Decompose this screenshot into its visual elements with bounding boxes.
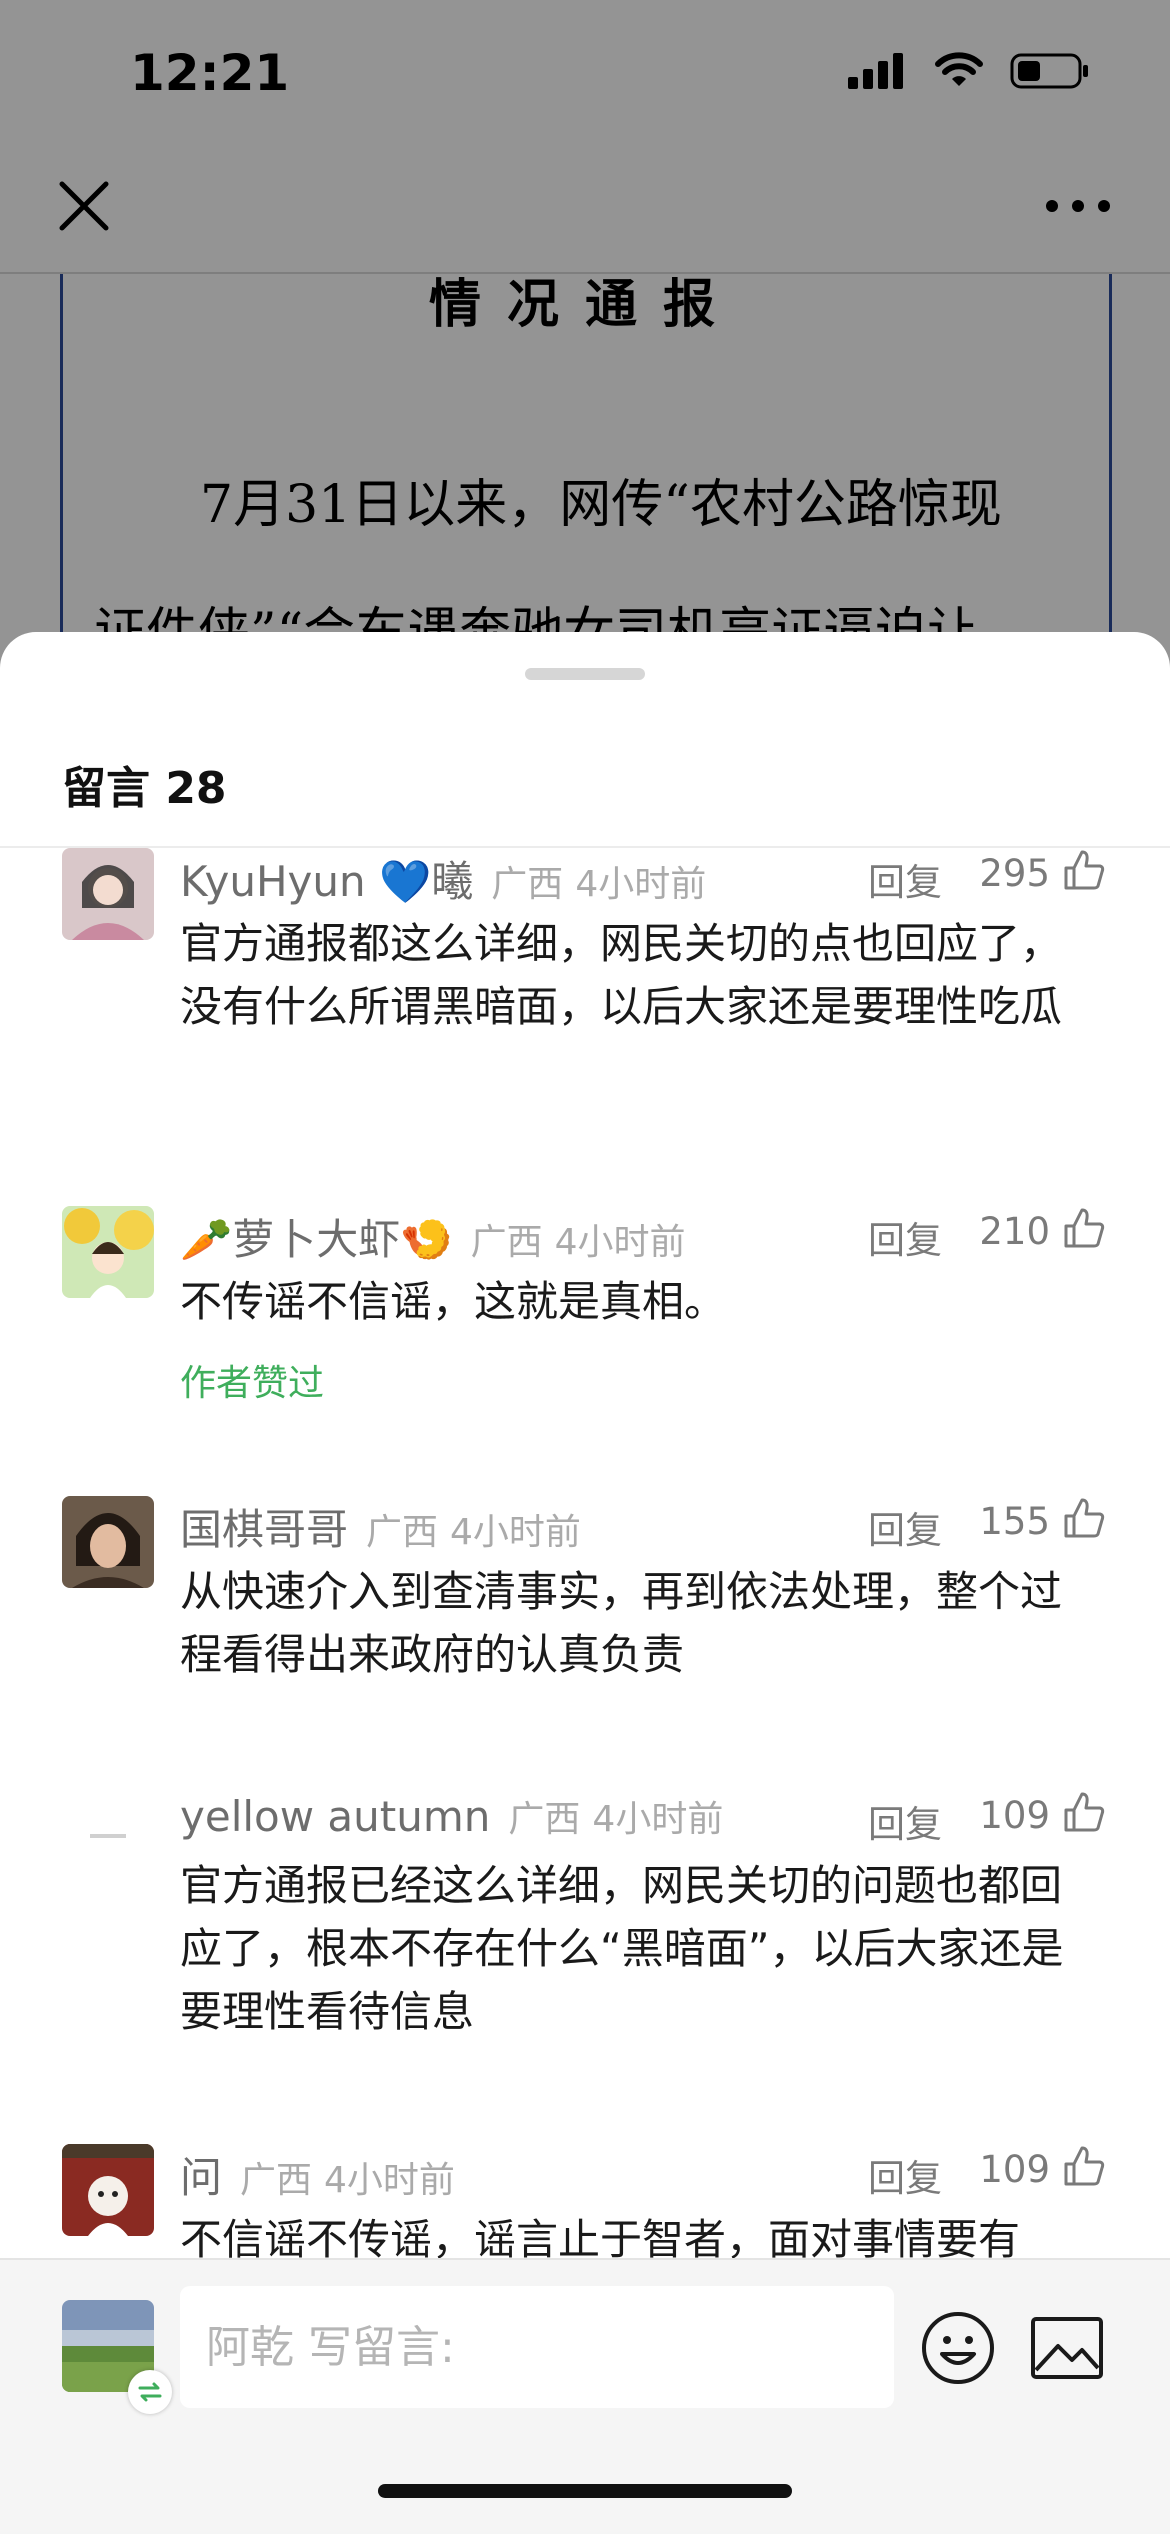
image-icon[interactable]	[1030, 2316, 1104, 2380]
comment-region: 广西	[508, 1799, 581, 1840]
home-indicator[interactable]	[378, 2484, 792, 2498]
author-name[interactable]: KyuHyun 💙曦	[180, 857, 473, 906]
author-name[interactable]: 问	[180, 2153, 222, 2202]
avatar[interactable]	[62, 1206, 154, 1298]
like-count: 210	[979, 1210, 1050, 1253]
comment-author[interactable]: yellow autumn 广西 4小时前	[180, 1790, 723, 1842]
reply-button[interactable]: 回复	[868, 852, 942, 906]
comment-time: 4小时前	[324, 2160, 455, 2201]
comment-text: 官方通报都这么详细，网民关切的点也回应了，没有什么所谓黑暗面，以后大家还是要理性…	[180, 919, 1063, 1031]
thumbs-up-icon[interactable]	[1062, 1496, 1106, 1540]
emoji-icon[interactable]	[920, 2310, 996, 2386]
like-count: 155	[979, 1500, 1050, 1543]
reply-button[interactable]: 回复	[868, 1794, 942, 1848]
comment-author[interactable]: 问广西 4小时前	[180, 2144, 455, 2205]
comment-time: 4小时前	[554, 1222, 686, 1263]
author-liked-badge: 作者赞过	[180, 1363, 325, 1404]
author-name[interactable]: 国棋哥哥	[180, 1505, 348, 1554]
comments-sheet: 留言 28 KyuHyun 💙曦 广西 4小时前 回复 295 官方通报都这么详细，…	[0, 632, 1170, 2532]
comment-region: 广西	[491, 864, 564, 905]
comment-text: 不传谣不信谣，这就是真相。	[180, 1277, 727, 1326]
like-count: 109	[979, 1794, 1050, 1837]
comment-time: 4小时前	[575, 864, 707, 905]
modal-dim-overlay[interactable]	[0, 0, 1170, 700]
avatar[interactable]	[62, 1496, 154, 1588]
reply-button[interactable]: 回复	[868, 1210, 942, 1264]
thumbs-up-icon[interactable]	[1062, 2144, 1106, 2188]
comment-time: 4小时前	[450, 1512, 581, 1553]
comment-region: 广西	[470, 1222, 543, 1263]
comment-input[interactable]	[204, 2316, 868, 2378]
avatar[interactable]	[62, 2144, 154, 2236]
comment-region: 广西	[366, 1512, 439, 1553]
reply-button[interactable]: 回复	[868, 1500, 942, 1554]
comment-author[interactable]: 国棋哥哥 广西 4小时前	[180, 1496, 581, 1557]
comments-header: 留言 28	[62, 763, 227, 814]
thumbs-up-icon[interactable]	[1062, 1790, 1106, 1834]
comment-author[interactable]: KyuHyun 💙曦 广西 4小时前	[180, 848, 706, 909]
comment-region: 广西	[240, 2160, 313, 2201]
avatar[interactable]	[62, 1790, 154, 1882]
author-name[interactable]: 🥕萝卜大虾🍤	[180, 1215, 453, 1264]
comment-time: 4小时前	[592, 1799, 724, 1840]
like-count: 109	[979, 2148, 1050, 2191]
comment-text: 官方通报已经这么详细，网民关切的问题也都回应了，根本不存在什么“黑暗面”，以后大…	[180, 1861, 1064, 2036]
thumbs-up-icon[interactable]	[1062, 848, 1106, 892]
reply-button[interactable]: 回复	[868, 2148, 942, 2202]
author-name[interactable]: yellow autumn	[180, 1792, 490, 1841]
avatar[interactable]	[62, 848, 154, 940]
switch-account-icon[interactable]	[128, 2370, 172, 2414]
sheet-grabber[interactable]	[525, 668, 645, 680]
like-count: 295	[979, 852, 1050, 895]
comment-input-box[interactable]	[180, 2286, 894, 2408]
comment-author[interactable]: 🥕萝卜大虾🍤 广西 4小时前	[180, 1206, 686, 1267]
comment-text: 从快速介入到查清事实，再到依法处理，整个过程看得出来政府的认真负责	[180, 1567, 1063, 1679]
thumbs-up-icon[interactable]	[1062, 1206, 1106, 1250]
